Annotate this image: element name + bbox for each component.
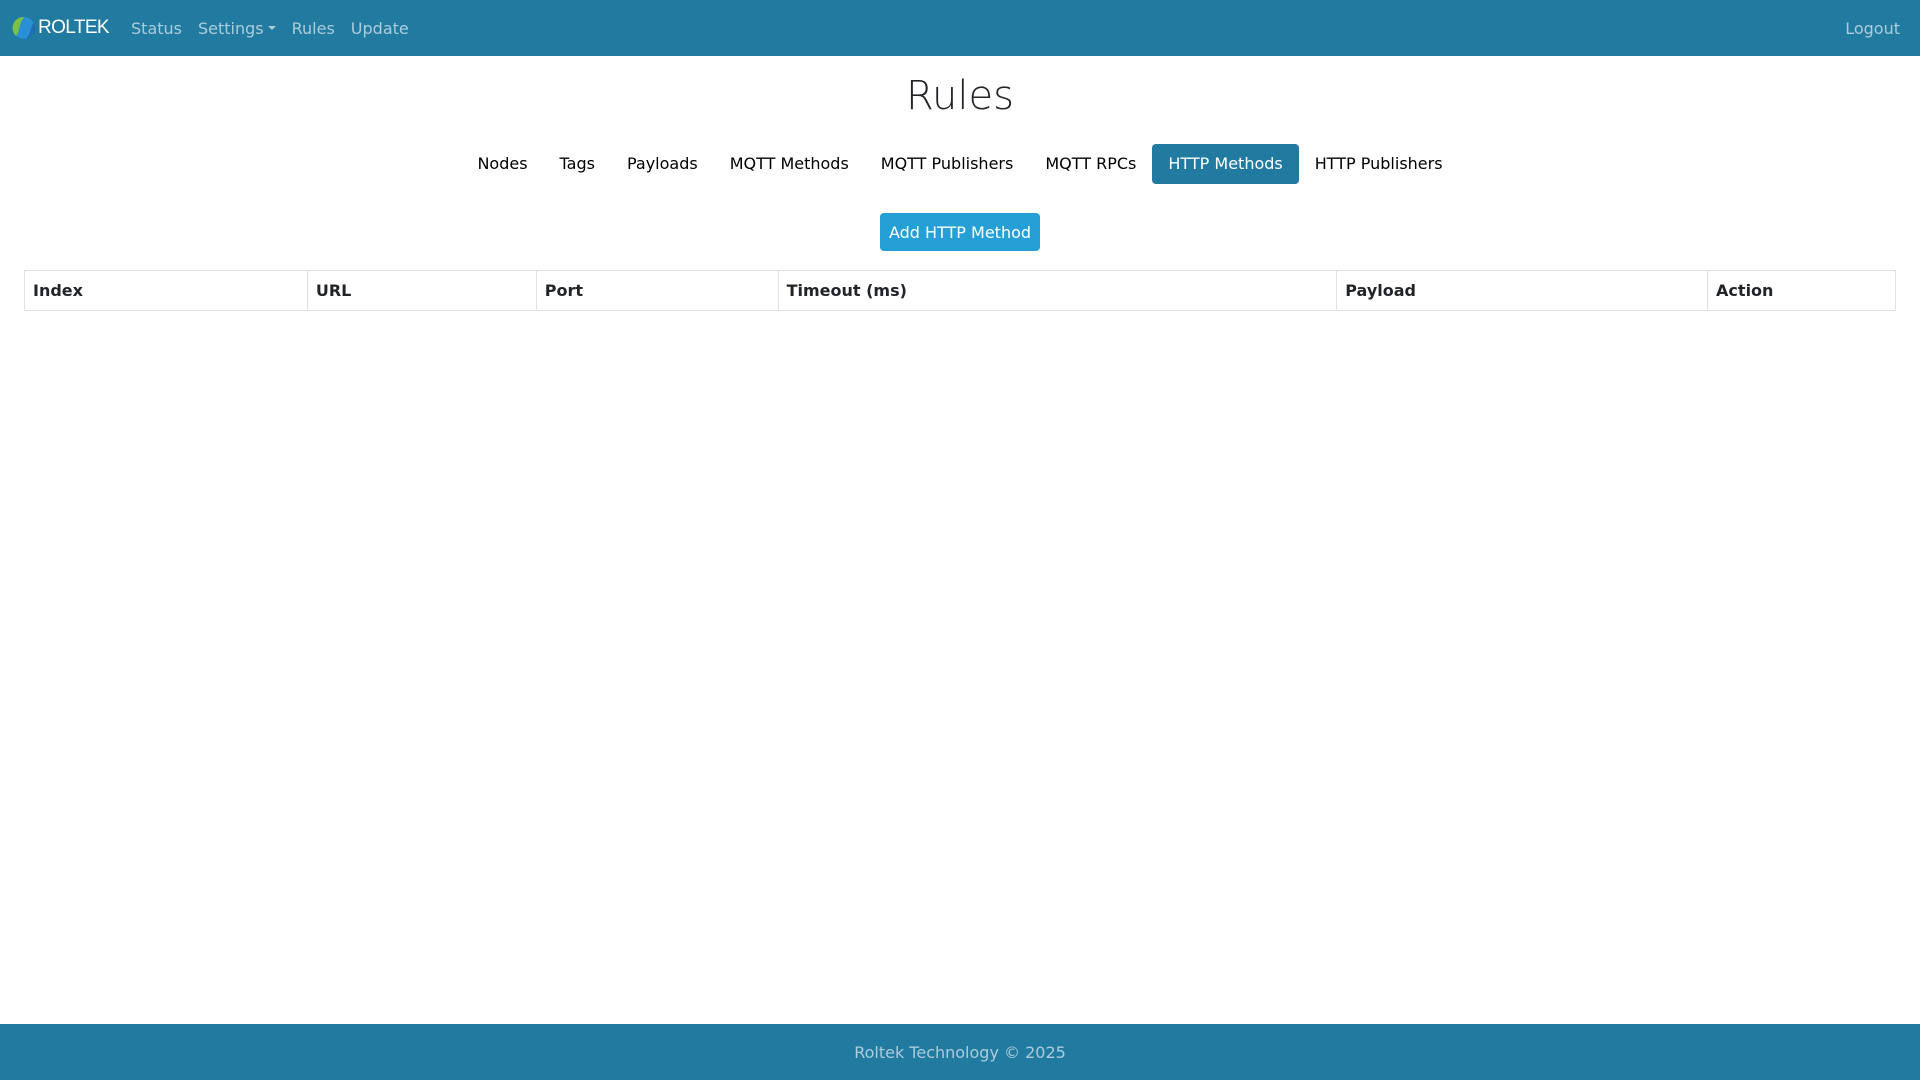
column-header-port[interactable]: Port bbox=[535, 270, 779, 311]
tab-tags[interactable]: Tags bbox=[544, 144, 611, 184]
nav-update[interactable]: Update bbox=[343, 0, 417, 56]
nav-rules[interactable]: Rules bbox=[284, 0, 343, 56]
column-header-payload[interactable]: Payload bbox=[1336, 270, 1709, 311]
column-header-index[interactable]: Index bbox=[24, 270, 308, 311]
top-navbar: ROLTEK Status Settings Rules Update Logo… bbox=[0, 0, 1920, 56]
brand-link[interactable]: ROLTEK bbox=[12, 16, 110, 40]
brand-name: ROLTEK bbox=[38, 17, 110, 38]
add-http-method-button[interactable]: Add HTTP Method bbox=[880, 213, 1040, 251]
column-header-action[interactable]: Action bbox=[1707, 270, 1896, 311]
nav-status[interactable]: Status bbox=[123, 0, 190, 56]
tab-mqtt-methods[interactable]: MQTT Methods bbox=[714, 144, 865, 184]
page-title: Rules bbox=[906, 73, 1014, 119]
nav-settings-label: Settings bbox=[198, 18, 264, 38]
table-header-row: Index URL Port Timeout (ms) Payload Acti… bbox=[24, 270, 1896, 311]
tab-payloads[interactable]: Payloads bbox=[611, 144, 714, 184]
http-methods-table: Index URL Port Timeout (ms) Payload Acti… bbox=[24, 270, 1896, 311]
tab-http-publishers[interactable]: HTTP Publishers bbox=[1299, 144, 1459, 184]
page-footer: Roltek Technology © 2025 bbox=[0, 1024, 1920, 1080]
rules-tabs: Nodes Tags Payloads MQTT Methods MQTT Pu… bbox=[0, 144, 1920, 184]
chevron-down-icon bbox=[267, 26, 276, 30]
footer-copyright: Roltek Technology © 2025 bbox=[854, 1042, 1066, 1062]
column-header-url[interactable]: URL bbox=[306, 270, 537, 311]
roltek-logo-icon bbox=[12, 16, 36, 40]
tab-mqtt-publishers[interactable]: MQTT Publishers bbox=[865, 144, 1030, 184]
column-header-timeout[interactable]: Timeout (ms) bbox=[777, 270, 1338, 311]
tab-mqtt-rpcs[interactable]: MQTT RPCs bbox=[1029, 144, 1152, 184]
logout-link[interactable]: Logout bbox=[1837, 0, 1908, 56]
nav-settings-dropdown[interactable]: Settings bbox=[190, 0, 284, 56]
tab-nodes[interactable]: Nodes bbox=[461, 144, 543, 184]
tab-http-methods[interactable]: HTTP Methods bbox=[1152, 144, 1299, 184]
